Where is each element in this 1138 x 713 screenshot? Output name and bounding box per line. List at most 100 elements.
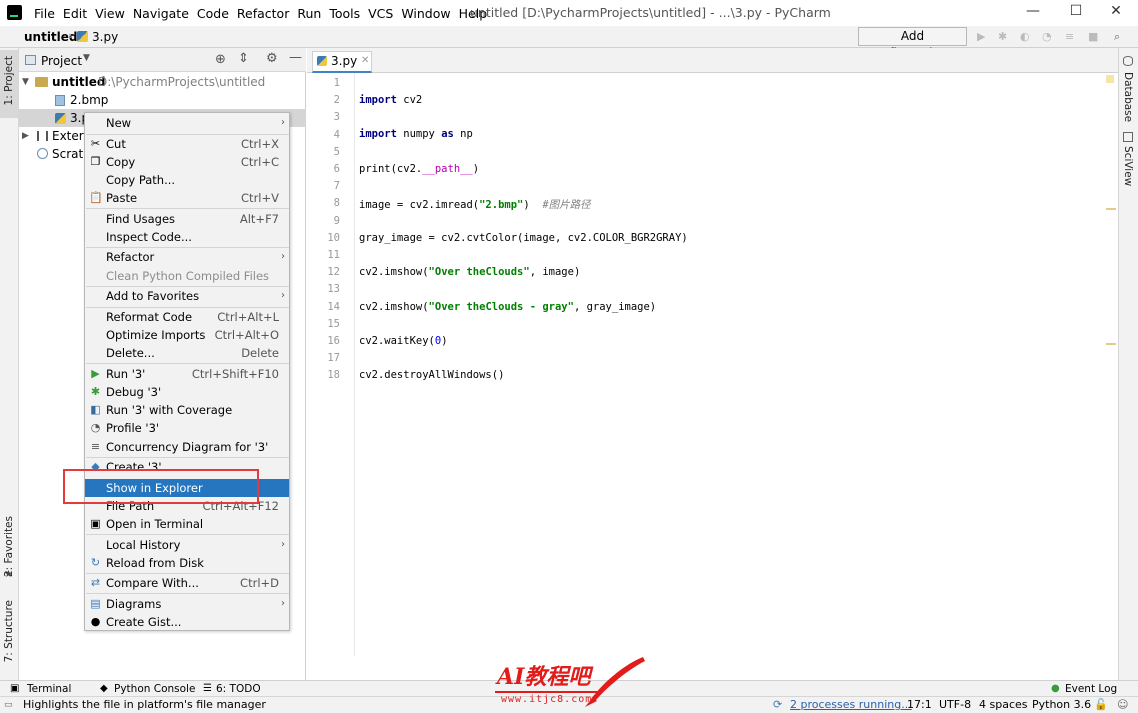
copy-icon: ❐ [90, 155, 101, 168]
tree-item-label: 2.bmp [70, 93, 109, 107]
chevron-down-icon[interactable]: ▼ [83, 53, 90, 63]
tab-label: 3.py [331, 54, 358, 68]
compare-icon: ⇄ [90, 576, 101, 589]
chevron-right-icon: › [281, 539, 285, 550]
run-icon[interactable]: ▶ [977, 31, 989, 43]
menu-item-profile[interactable]: ◔ Profile '3' [85, 419, 289, 437]
project-tool-tab[interactable]: 1: Project [3, 56, 15, 105]
annotation-highlight-box [63, 469, 259, 504]
editor-tab-3py[interactable]: 3.py ✕ [312, 51, 372, 73]
menu-item-local-history[interactable]: Local History › [85, 536, 289, 554]
menu-item-paste[interactable]: 📋 Paste Ctrl+V [85, 189, 289, 207]
code-line-4: import numpy as np [359, 128, 473, 140]
menu-item-optimize-imports[interactable]: Optimize Imports Ctrl+Alt+O [85, 326, 289, 344]
event-log-tab[interactable]: Event Log [1065, 682, 1117, 696]
line-number: 8 [333, 197, 340, 209]
code-editor[interactable]: import cv2 import numpy as np print(cv2.… [356, 73, 1118, 656]
chevron-right-icon: › [281, 598, 285, 609]
toggle-tool-windows-icon[interactable]: ▭ [4, 697, 13, 713]
sciview-tool-tab[interactable]: SciView [1122, 146, 1134, 186]
project-view-selector[interactable]: Project [41, 54, 82, 68]
menu-item-run-coverage[interactable]: ◧ Run '3' with Coverage [85, 401, 289, 419]
chevron-down-icon[interactable]: ▼ [22, 73, 29, 91]
add-configuration-button[interactable]: Add Configuration... [858, 27, 967, 60]
code-line-8: image = cv2.imread("2.bmp") #图片路径 [359, 199, 591, 211]
menu-view[interactable]: View [95, 6, 125, 21]
terminal-tab[interactable]: Terminal [27, 682, 71, 696]
menu-item-delete[interactable]: Delete... Delete [85, 344, 289, 362]
menu-navigate[interactable]: Navigate [133, 6, 189, 21]
menu-file[interactable]: File [34, 6, 55, 21]
menu-window[interactable]: Window [401, 6, 450, 21]
close-button[interactable]: ✕ [1106, 3, 1126, 21]
menu-run[interactable]: Run [297, 6, 321, 21]
line-number: 16 [327, 335, 340, 347]
stop-icon[interactable]: ■ [1088, 31, 1100, 43]
menu-item-run[interactable]: ▶ Run '3' Ctrl+Shift+F10 [85, 365, 289, 383]
database-tool-tab[interactable]: Database [1122, 72, 1134, 122]
collapse-all-icon[interactable]: ⇕ [238, 51, 249, 66]
favorites-tool-tab[interactable]: 2: Favorites [3, 516, 15, 577]
menu-item-copy-path[interactable]: Copy Path... [85, 171, 289, 189]
breadcrumb-file[interactable]: 3.py [92, 30, 118, 44]
menu-vcs[interactable]: VCS [368, 6, 393, 21]
chevron-right-icon: › [281, 251, 285, 262]
todo-tab[interactable]: 6: TODO [216, 682, 261, 696]
menu-item-reload[interactable]: ↻ Reload from Disk [85, 554, 289, 572]
menu-item-diagrams[interactable]: ▤ Diagrams › [85, 595, 289, 613]
project-panel-header: Project ▼ ⊕ ⇕ ⚙ — [19, 48, 306, 72]
structure-tool-tab[interactable]: 7: Structure [3, 600, 15, 662]
menu-separator [86, 534, 289, 535]
file-encoding[interactable]: UTF-8 [939, 697, 971, 713]
menu-item-compare-with[interactable]: ⇄ Compare With... Ctrl+D [85, 574, 289, 592]
menu-item-concurrency[interactable]: ≡ Concurrency Diagram for '3' [85, 438, 289, 456]
menu-tools[interactable]: Tools [329, 6, 360, 21]
hide-panel-icon[interactable]: — [289, 50, 302, 65]
spinner-icon: ⟳ [773, 698, 783, 711]
code-line-16: cv2.waitKey(0) [359, 335, 448, 347]
locate-file-icon[interactable]: ⊕ [215, 52, 226, 67]
menu-edit[interactable]: Edit [63, 6, 87, 21]
menu-item-cut[interactable]: ✂ Cut Ctrl+X [85, 135, 289, 153]
background-processes[interactable]: 2 processes running... [790, 697, 912, 713]
maximize-button[interactable]: ☐ [1066, 3, 1086, 21]
python-interpreter[interactable]: Python 3.6 [1032, 697, 1091, 713]
diagram-icon: ▤ [90, 597, 101, 610]
menu-item-new[interactable]: New › [85, 114, 289, 132]
profile-icon[interactable]: ◔ [1042, 31, 1054, 43]
menu-item-debug[interactable]: ✱ Debug '3' [85, 383, 289, 401]
scissors-icon: ✂ [90, 137, 101, 150]
menu-item-refactor[interactable]: Refactor › [85, 248, 289, 266]
menu-refactor[interactable]: Refactor [237, 6, 289, 21]
menu-item-create-gist[interactable]: ● Create Gist... [85, 613, 289, 631]
menu-item-reformat[interactable]: Reformat Code Ctrl+Alt+L [85, 308, 289, 326]
tree-root[interactable]: ▼ untitled D:\PycharmProjects\untitled [19, 73, 306, 91]
menu-item-open-terminal[interactable]: ▣ Open in Terminal [85, 515, 289, 533]
lock-icon[interactable]: 🔓 [1094, 697, 1108, 713]
python-console-tab[interactable]: Python Console [114, 682, 195, 696]
breadcrumb-separator-icon: › [68, 29, 73, 43]
menu-item-copy[interactable]: ❐ Copy Ctrl+C [85, 153, 289, 171]
navigation-bar: untitled › 3.py Add Configuration... ▶ ✱… [0, 26, 1138, 60]
line-number: 1 [333, 77, 340, 89]
debug-icon[interactable]: ✱ [998, 31, 1010, 43]
chevron-right-icon[interactable]: ▶ [22, 127, 29, 145]
tree-item-2bmp[interactable]: 2.bmp [19, 91, 306, 109]
coverage-icon[interactable]: ◐ [1020, 31, 1032, 43]
indent-setting[interactable]: 4 spaces [979, 697, 1028, 713]
menu-item-clean-compiled: Clean Python Compiled Files [106, 269, 270, 283]
close-tab-icon[interactable]: ✕ [361, 52, 369, 70]
concurrency-icon[interactable]: ≡ [1065, 31, 1077, 43]
menu-item-find-usages[interactable]: Find Usages Alt+F7 [85, 210, 289, 228]
line-number: 17 [327, 352, 340, 364]
caret-position[interactable]: 17:1 [907, 697, 932, 713]
search-everywhere-icon[interactable]: ⌕ [1114, 31, 1126, 43]
menu-code[interactable]: Code [197, 6, 229, 21]
inspector-icon[interactable]: ☺ [1117, 697, 1128, 713]
gear-icon[interactable]: ⚙ [266, 51, 278, 66]
scroll-marker [1106, 208, 1116, 210]
menu-item-add-favorites[interactable]: Add to Favorites › [85, 287, 289, 305]
inspection-status-icon[interactable] [1106, 75, 1114, 83]
minimize-button[interactable]: — [1023, 3, 1043, 21]
menu-item-inspect-code[interactable]: Inspect Code... [85, 228, 289, 246]
